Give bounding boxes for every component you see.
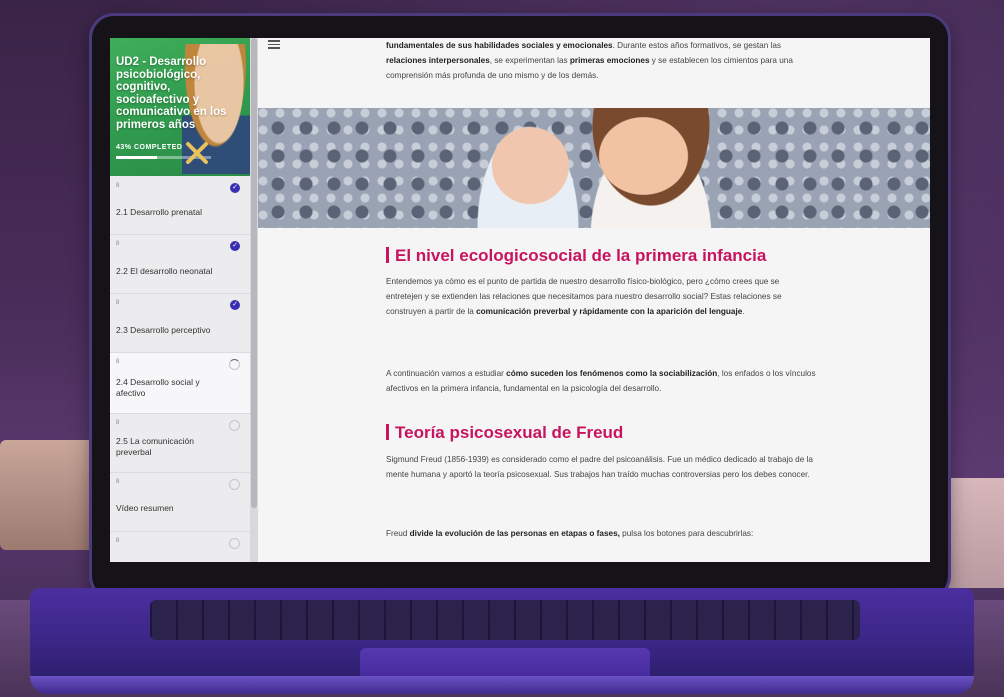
sidebar-item-comunicacion-preverbal[interactable]: 8 2.5 La comunicación preverbal <box>110 414 250 473</box>
background-shelf-right <box>944 478 1004 588</box>
lesson-number: 8 <box>116 538 120 544</box>
sidebar-item-desarrollo-prenatal[interactable]: 8 ✓ 2.1 Desarrollo prenatal <box>110 177 250 235</box>
lesson-number: 8 <box>116 241 120 247</box>
sidebar-item-next[interactable]: 8 <box>110 532 250 562</box>
s1p1-text-3: . <box>742 307 745 316</box>
sidebar-item-label: 2.5 La comunicación preverbal <box>116 436 194 457</box>
intro-bold-3: relaciones interpersonales <box>386 56 490 65</box>
lesson-number: 8 <box>116 420 120 426</box>
intro-bold-5: primeras emociones <box>569 56 650 65</box>
sidebar-item-label: Vídeo resumen <box>116 503 174 513</box>
s2p2-text-3: pulsa los botones para descubrirlas: <box>619 529 754 538</box>
sidebar-item-desarrollo-social[interactable]: 8 2.4 Desarrollo social y afectivo <box>110 353 250 414</box>
progress-circle-icon <box>229 359 240 370</box>
s2p2-text-1: Freud <box>386 529 410 538</box>
laptop-base-lip <box>30 676 974 694</box>
check-icon: ✓ <box>230 300 240 310</box>
laptop-keyboard <box>150 600 860 640</box>
section2-paragraph-1: Sigmund Freud (1856-1939) es considerado… <box>386 455 813 479</box>
lesson-number: 8 <box>116 359 120 365</box>
s1p2-bold-2: cómo suceden los fenómenos como la socia… <box>506 369 718 378</box>
section-heading: El nivel ecologicosocial de la primera i… <box>386 246 766 266</box>
cross-icon <box>186 142 208 164</box>
circle-icon <box>229 420 240 431</box>
hero-toddler <box>576 108 726 228</box>
intro-paragraph: fundamentales de sus habilidades sociale… <box>386 38 816 83</box>
section1-paragraph-2: A continuación vamos a estudiar cómo suc… <box>386 366 816 396</box>
lesson-number: 8 <box>116 300 120 306</box>
menu-icon[interactable] <box>268 40 280 50</box>
lesson-content: fundamentales de sus habilidades sociale… <box>258 38 930 562</box>
course-sidebar: UD2 - Desarrollo psicobiológico, cogniti… <box>110 38 250 562</box>
sidebar-item-video-resumen[interactable]: 8 Vídeo resumen <box>110 473 250 532</box>
sidebar-item-label: 2.3 Desarrollo perceptivo <box>116 325 211 335</box>
hero-image <box>258 108 930 228</box>
intro-text-4: , se experimentan las <box>489 56 570 65</box>
lesson-number: 8 <box>116 479 120 485</box>
sidebar-scrollbar-thumb[interactable] <box>251 38 257 508</box>
course-title: UD2 - Desarrollo psicobiológico, cogniti… <box>116 56 227 131</box>
circle-icon <box>229 479 240 490</box>
sidebar-item-desarrollo-perceptivo[interactable]: 8 ✓ 2.3 Desarrollo perceptivo <box>110 294 250 353</box>
s2p2-bold-2: divide la evolución de las personas en e… <box>409 529 620 538</box>
hero-baby <box>468 108 588 228</box>
section1-paragraph-1: Entendemos ya cómo es el punto de partid… <box>386 274 816 319</box>
laptop-screen: UD2 - Desarrollo psicobiológico, cogniti… <box>110 38 930 562</box>
section-heading: Teoría psicosexual de Freud <box>386 423 623 443</box>
lesson-number: 8 <box>116 183 120 189</box>
sidebar-item-desarrollo-neonatal[interactable]: 8 ✓ 2.2 El desarrollo neonatal <box>110 235 250 294</box>
sidebar-item-label: 2.2 El desarrollo neonatal <box>116 266 213 276</box>
intro-text-2: . Durante estos años formativos, se gest… <box>612 41 781 50</box>
s1p2-text-1: A continuación vamos a estudiar <box>386 369 507 378</box>
circle-icon <box>229 538 240 549</box>
progress-bar-fill <box>116 156 157 159</box>
progress-label: 43% COMPLETED <box>116 144 183 151</box>
course-card[interactable]: UD2 - Desarrollo psicobiológico, cogniti… <box>110 38 250 176</box>
sidebar-item-label: 2.4 Desarrollo social y afectivo <box>116 377 200 398</box>
sidebar-item-label: 2.1 Desarrollo prenatal <box>116 207 202 217</box>
check-icon: ✓ <box>230 183 240 193</box>
section2-paragraph-2: Freud divide la evolución de las persona… <box>386 526 816 541</box>
s1p1-bold-2: comunicación preverbal y rápidamente con… <box>476 307 743 316</box>
check-icon: ✓ <box>230 241 240 251</box>
background-shelf <box>0 440 95 550</box>
intro-bold-1: fundamentales de sus habilidades sociale… <box>386 41 613 50</box>
